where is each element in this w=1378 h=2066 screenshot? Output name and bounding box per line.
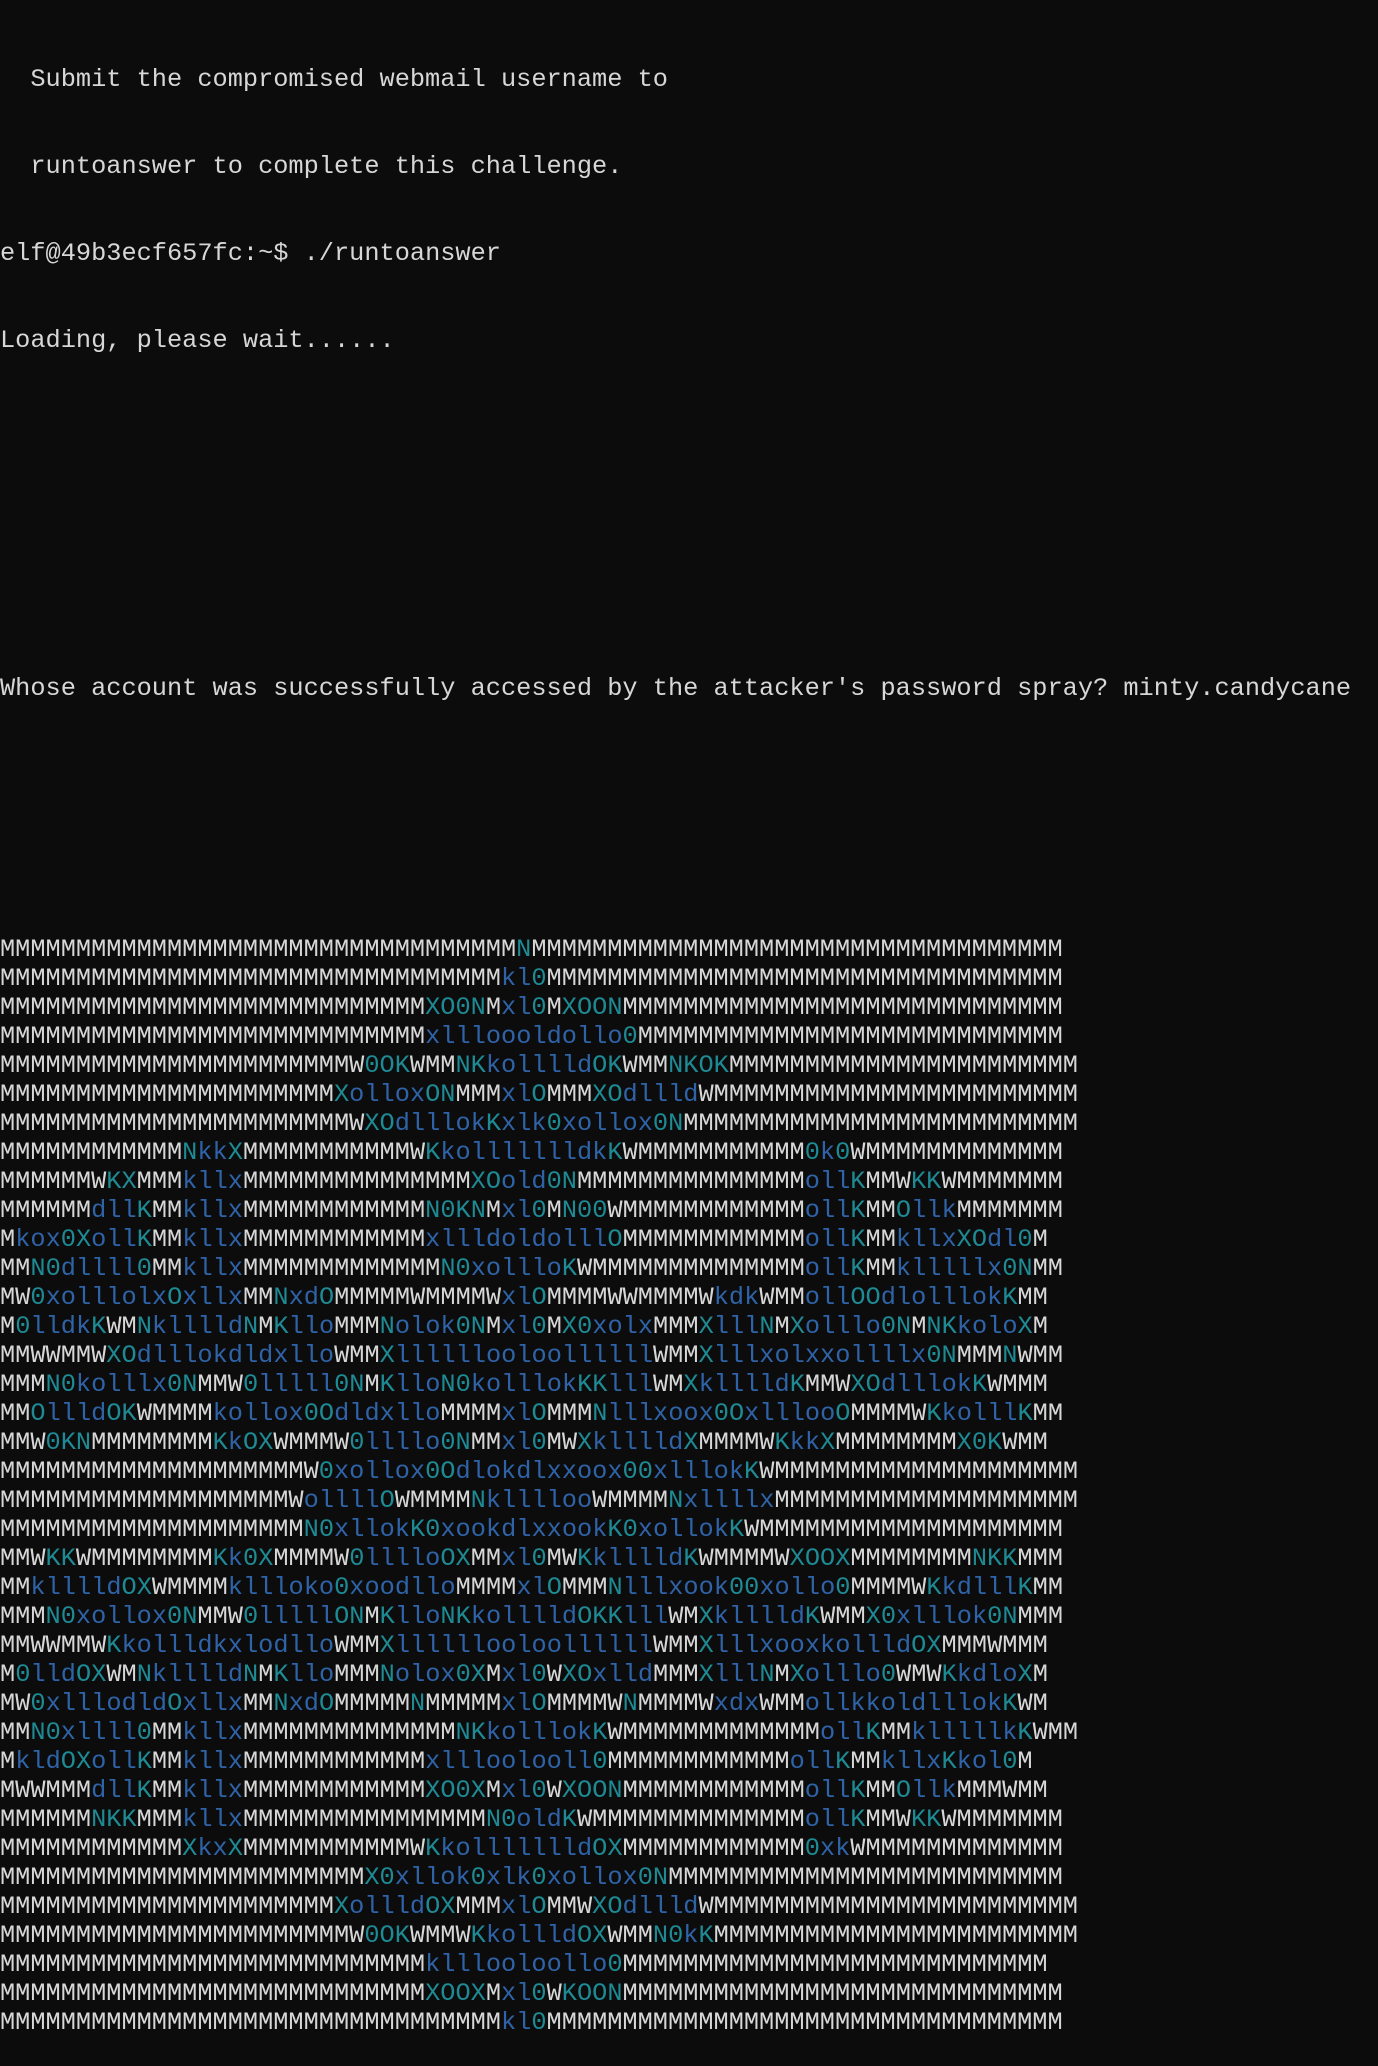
ascii-art-row: MMMMMMMMMMMMXkxXMMMMMMMMMMMWKkollllllldO… (0, 1834, 1063, 1863)
ascii-art-row: MkldOXollKMMkllxMMMMMMMMMMMMxllloolooll0… (0, 1747, 1033, 1776)
ascii-art-row: MMMMMMMMMMMMMMMMMMMMMMMW0OKWMMNKkolllldO… (0, 1051, 1078, 1080)
ascii-art-row: MMMMMMMMMMMMNkkXMMMMMMMMMMMWKkollllllldk… (0, 1138, 1063, 1167)
ascii-art-row: MMMMMMMMMMMMMMMMMMMMN0xllokK0xookdlxxook… (0, 1515, 1063, 1544)
question-line: Whose account was successfully accessed … (0, 674, 1378, 703)
ascii-art-row: MMMMMMMMMMMMMMMMMMMMMMXollldOXMMMxlOMMWX… (0, 1892, 1078, 1921)
ascii-art-row: MMklllldOXWMMMMkllloko0xoodlloMMMMxlOMMM… (0, 1573, 1064, 1602)
ascii-art-row: MMMMMMMMMMMMMMMMMMMMMMMMMMMMxllloooldoll… (0, 1022, 1063, 1051)
ascii-art-row: Mkox0XollKMMkllxMMMMMMMMMMMMxllldoldolll… (0, 1225, 1048, 1254)
ascii-art-row: MMMMMMMMMMMMMMMMMMMMMMMW0OKWMMWKkollldOX… (0, 1921, 1078, 1950)
ascii-art-row: MW0xlllodldOxllxMMNxdOMMMMMNMMMMMxlOMMMM… (0, 1689, 1048, 1718)
ascii-art-row: MMN0xllll0MMkllxMMMMMMMMMMMMMMNKkolllokK… (0, 1718, 1079, 1747)
ascii-art-row: MMMMMMMMMMMMMMMMMMMMMMMMMMMMXOOXMxl0WKOO… (0, 1979, 1063, 2008)
ascii-art-row: M0lldOXWMNklllldNMKlloMMMNolox0XMxl0WXOx… (0, 1660, 1048, 1689)
ascii-art-row: MMMMMMdllKMMkllxMMMMMMMMMMMMN0KNMxl0MN00… (0, 1196, 1063, 1225)
ascii-art-row: MMMMMMMMMMMMMMMMMMMMMMXolloxONMMMxlOMMMX… (0, 1080, 1078, 1109)
ascii-art-row: MMMMMMMMMMMMMMMMMMMMW0xollox0Odlokdlxxoo… (0, 1457, 1079, 1486)
ascii-art-row: MMMMMMMMMMMMMMMMMMMMMMMMMMMMMMMMMkl0MMMM… (0, 964, 1063, 993)
ascii-art-row: MMOllldOKWMMMMkollox0OdldxlloMMMMxlOMMMN… (0, 1399, 1064, 1428)
ascii-art-row: MW0xolllolxOxllxMMNxdOMMMMMWMMMMWxlOMMMM… (0, 1283, 1048, 1312)
ascii-art-row: MMMN0kolllx0NMMW0lllll0NMKlloN0kolllokKK… (0, 1370, 1048, 1399)
ascii-art-row: MMMMMMMMMMMMMMMMMMMMMMMWXOdlllokKxlk0xol… (0, 1109, 1078, 1138)
ascii-art-row: MMMMMMMMMMMMMMMMMMMMMMMMMMMMXO0NMxl0MXOO… (0, 993, 1063, 1022)
loading-text: Loading, please wait...... (0, 326, 395, 355)
ascii-art-row: MMMMMMWKXMMMkllxMMMMMMMMMMMMMMMXOold0NMM… (0, 1167, 1063, 1196)
ascii-art-row: MMMMMMMMMMMMMMMMMMMMMMMMMMMMklllooloollo… (0, 1950, 1048, 1979)
ascii-art-row: MMWWMMWXOdlllokdldxlloWMMXllllllooloolll… (0, 1341, 1064, 1370)
answer-text[interactable]: minty.candycane (1123, 674, 1351, 703)
ascii-art-row: MMW0KNMMMMMMMMKkOXWMMMW0llllo0NMMxl0MWXk… (0, 1428, 1048, 1457)
ascii-art-row: MMMMMMMMMMMMMMMMMMMMMMMMX0xllok0xlk0xoll… (0, 1863, 1063, 1892)
ascii-art-row: MMWWMMWKkollldkxlodlloWMMXllllllooloolll… (0, 1631, 1048, 1660)
command-text: ./runtoanswer (303, 239, 501, 268)
shell-prompt: elf@49b3ecf657fc:~$ (0, 239, 304, 268)
ascii-art-row: M0lldkKWMNklllldNMKlloMMMNolok0NMxl0MX0x… (0, 1312, 1048, 1341)
ascii-art-row: MMMMMMMMMMMMMMMMMMMWollllOWMMMMNkllllooW… (0, 1486, 1078, 1515)
question-text: Whose account was successfully accessed … (0, 674, 1124, 703)
command-line: elf@49b3ecf657fc:~$ ./runtoanswer (0, 239, 1378, 268)
ascii-art-row: MMMMMMNKKMMMkllxMMMMMMMMMMMMMMMMN0oldKWM… (0, 1805, 1063, 1834)
intro-line-1: Submit the compromised webmail username … (0, 65, 668, 94)
ascii-art-row: MMMMMMMMMMMMMMMMMMMMMMMMMMMMMMMMMkl0MMMM… (0, 2008, 1063, 2037)
ascii-art-row: MMN0dllll0MMkllxMMMMMMMMMMMMMN0xollloKWM… (0, 1254, 1063, 1283)
ascii-art-row: MMMN0xollox0NMMW0lllllONMKlloNKkolllldOK… (0, 1602, 1064, 1631)
ascii-art-logo: MMMMMMMMMMMMMMMMMMMMMMMMMMMMMMMMMMNMMMMM… (0, 935, 1378, 2037)
ascii-art-row: MMWKKWMMMMMMMMKk0XMMMMW0lllloOXMMxl0MWKk… (0, 1544, 1063, 1573)
ascii-art-row: MWWMMMdllKMMkllxMMMMMMMMMMMMXO0XMxl0WXOO… (0, 1776, 1048, 1805)
intro-line-2: runtoanswer to complete this challenge. (0, 152, 623, 181)
terminal-window[interactable]: Submit the compromised webmail username … (0, 0, 1378, 2037)
ascii-art-row: MMMMMMMMMMMMMMMMMMMMMMMMMMMMMMMMMMNMMMMM… (0, 935, 1063, 964)
